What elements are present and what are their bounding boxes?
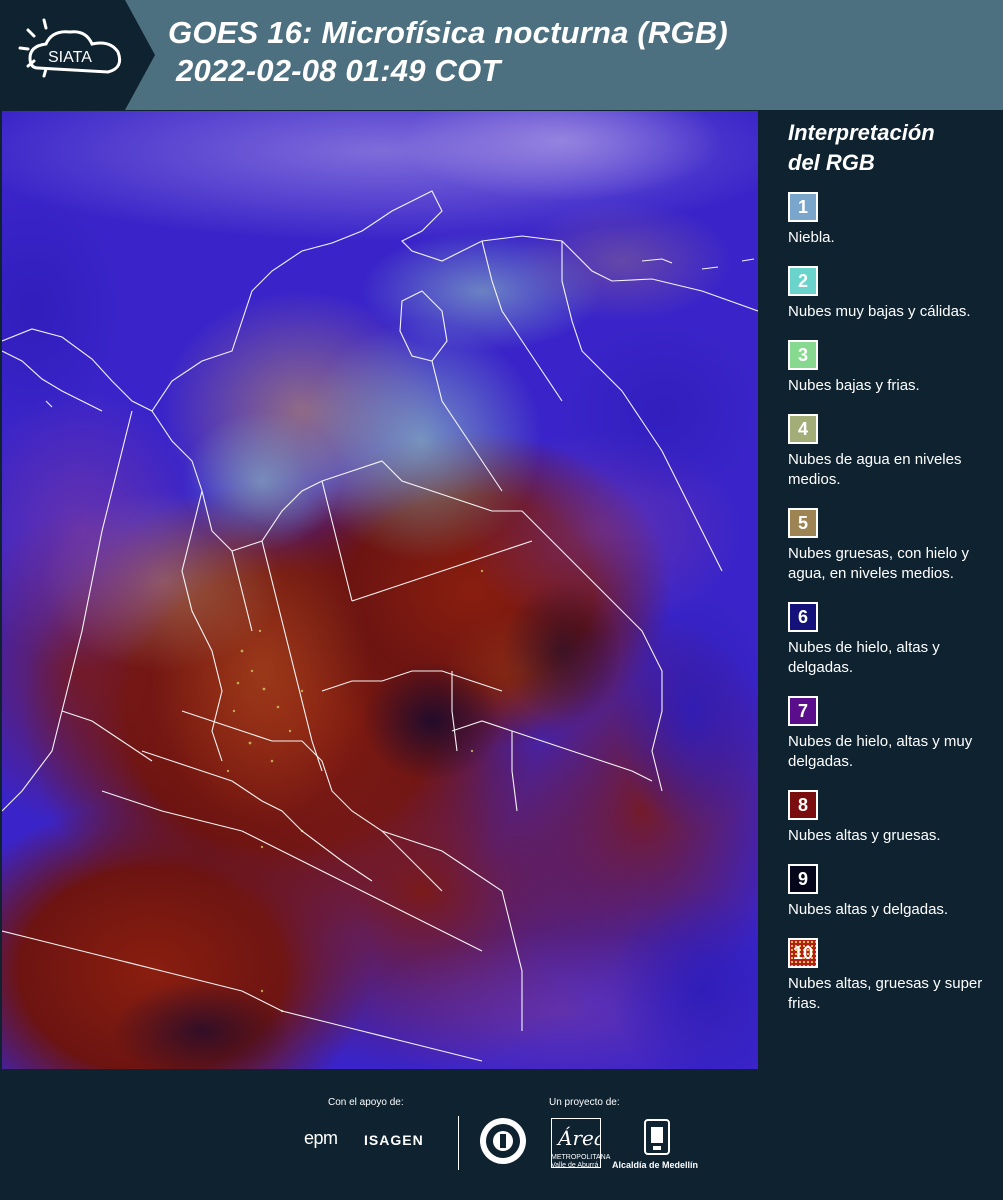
- legend-label: Nubes gruesas, con hielo y agua, en nive…: [788, 545, 969, 582]
- support-label: Con el apoyo de:: [328, 1097, 404, 1108]
- siata-logo-text: SIATA: [48, 49, 92, 66]
- alcaldia-shield-icon: [644, 1119, 670, 1155]
- legend-swatch: 9: [788, 864, 818, 894]
- legend-number: 1: [797, 196, 808, 217]
- legend-item: 6 Nubes de hielo, altas y delgadas.: [788, 602, 996, 678]
- legend-number: 7: [797, 700, 808, 721]
- svg-text:Área: Área: [556, 1126, 600, 1150]
- legend-label: Nubes de hielo, altas y delgadas.: [788, 639, 940, 676]
- footer-sponsors: Con el apoyo de: Un proyecto de: epm ISA…: [0, 1070, 1003, 1200]
- legend-swatch: 6: [788, 602, 818, 632]
- legend-label: Nubes altas y delgadas.: [788, 901, 949, 918]
- legend-swatch: 5: [788, 508, 818, 538]
- legend-label: Nubes de agua en niveles medios.: [788, 451, 962, 488]
- legend-swatch: 3: [788, 340, 818, 370]
- legend-number: 9: [797, 868, 808, 889]
- legend-item: 4 Nubes de agua en niveles medios.: [788, 414, 996, 490]
- legend-swatch: 4: [788, 414, 818, 444]
- legend-title-line-1: Interpretación: [788, 120, 935, 145]
- legend-number: 6: [797, 606, 808, 627]
- legend-label: Nubes muy bajas y cálidas.: [788, 303, 971, 320]
- legend-number: 10: [792, 942, 814, 963]
- amva-logo-text: METROPOLITANA Valle de Aburrá: [551, 1154, 610, 1169]
- legend-list: 1 Niebla. 2 Nubes muy bajas y cálidas. 3 Nube…: [776, 192, 996, 1014]
- title-line-2: 2022-02-08 01:49 COT: [176, 53, 501, 88]
- epm-logo: epm: [304, 1128, 338, 1148]
- isagen-logo: ISAGEN: [364, 1132, 424, 1148]
- rgb-legend: Interpretación del RGB 1 Niebla. 2 Nubes mu…: [776, 118, 996, 1032]
- legend-item: 10 Nubes altas, gruesas y super frias.: [788, 938, 996, 1014]
- legend-label: Nubes de hielo, altas y muy delgadas.: [788, 733, 973, 770]
- legend-title-line-2: del RGB: [788, 150, 875, 175]
- legend-number: 8: [797, 794, 808, 815]
- legend-item: 5 Nubes gruesas, con hielo y agua, en niv…: [788, 508, 996, 584]
- legend-item: 8 Nubes altas y gruesas.: [788, 790, 996, 846]
- legend-number: 2: [797, 270, 808, 291]
- alcaldia-logo-text: Alcaldía de Medellín: [612, 1160, 699, 1170]
- project-label: Un proyecto de:: [549, 1097, 620, 1108]
- legend-label: Nubes altas y gruesas.: [788, 827, 941, 844]
- legend-number: 5: [797, 512, 808, 533]
- page-title: GOES 16: Microfísica nocturna (RGB) 2022…: [168, 14, 728, 90]
- medellin-seal-icon: [480, 1118, 526, 1164]
- header-bar: SIATA GOES 16: Microfísica nocturna (RGB…: [0, 0, 1003, 110]
- legend-item: 2 Nubes muy bajas y cálidas.: [788, 266, 996, 322]
- legend-swatch: 1: [788, 192, 818, 222]
- title-line-1: GOES 16: Microfísica nocturna (RGB): [168, 15, 728, 50]
- legend-swatch: 10: [788, 938, 818, 968]
- legend-label: Nubes altas, gruesas y super frias.: [788, 975, 983, 1012]
- legend-label: Niebla.: [788, 229, 835, 246]
- legend-item: 3 Nubes bajas y frias.: [788, 340, 996, 396]
- legend-swatch: 7: [788, 696, 818, 726]
- legend-item: 9 Nubes altas y delgadas.: [788, 864, 996, 920]
- footer-divider: [458, 1116, 459, 1170]
- legend-swatch: 8: [788, 790, 818, 820]
- legend-item: 7 Nubes de hielo, altas y muy delgadas.: [788, 696, 996, 772]
- satellite-map-image: [2, 111, 758, 1069]
- legend-label: Nubes bajas y frias.: [788, 377, 920, 394]
- legend-title: Interpretación del RGB: [788, 118, 996, 178]
- siata-logo: SIATA: [0, 0, 155, 110]
- legend-number: 3: [797, 344, 808, 365]
- legend-swatch: 2: [788, 266, 818, 296]
- legend-item: 1 Niebla.: [788, 192, 996, 248]
- legend-number: 4: [797, 418, 808, 439]
